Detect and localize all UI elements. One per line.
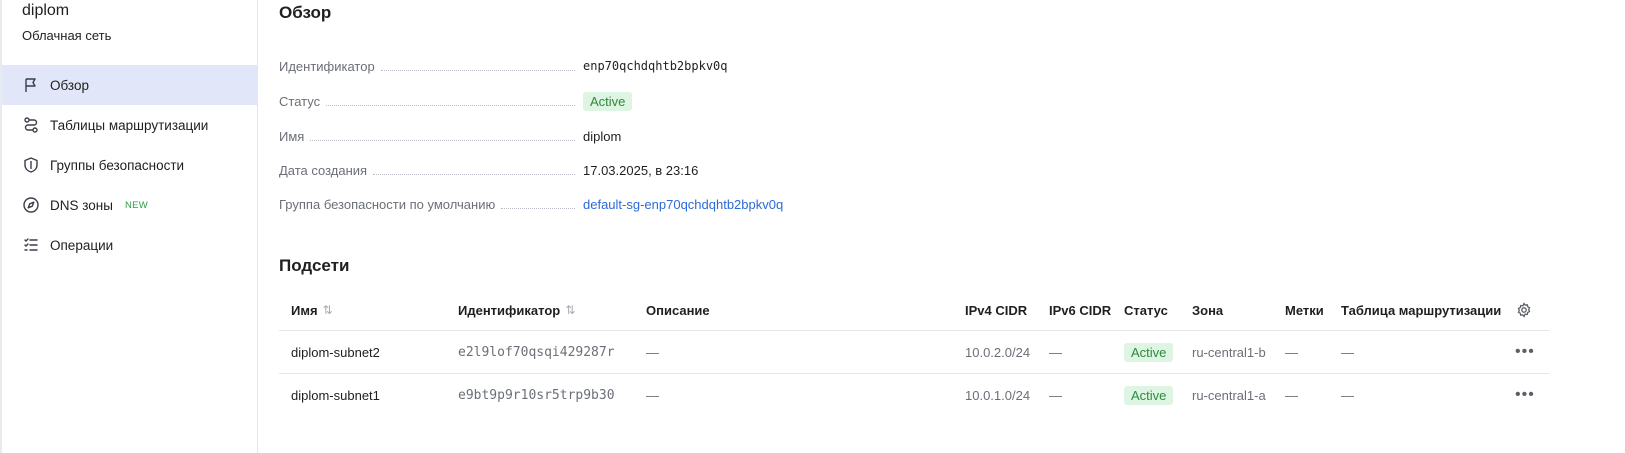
subnet-id: e9bt9p9r10sr5trp9b30	[458, 387, 615, 403]
prop-key-label: Идентификатор	[279, 58, 375, 74]
sidebar-item-label: Операции	[50, 237, 114, 253]
table-row[interactable]: diplom-subnet2 e2l9lof70qsqi429287r — 10…	[279, 331, 1549, 373]
gear-icon	[1516, 302, 1532, 318]
shield-icon	[22, 156, 40, 174]
subnet-name[interactable]: diplom-subnet2	[291, 331, 380, 373]
prop-key: Идентификатор	[279, 59, 583, 74]
col-zone-header: Зона	[1192, 302, 1224, 318]
prop-key: Статус	[279, 94, 583, 109]
col-labels-header: Метки	[1285, 302, 1324, 318]
network-id-value: enp70qchdqhtb2bpkv0q	[583, 59, 728, 73]
row-actions-button[interactable]: •••	[1515, 331, 1535, 373]
subnet-status: Active	[1124, 331, 1174, 373]
main-content: Обзор Идентификатор enp70qchdqhtb2bpkv0q…	[279, 0, 1579, 453]
subnet-ipv4: 10.0.2.0/24	[965, 344, 1031, 360]
table-settings-button[interactable]	[1516, 292, 1532, 328]
route-icon	[22, 116, 40, 134]
col-name-label: Имя	[291, 302, 318, 318]
prop-row-id: Идентификатор enp70qchdqhtb2bpkv0q	[279, 55, 1099, 77]
prop-row-name: Имя diplom	[279, 125, 1099, 147]
subnet-labels: —	[1285, 344, 1298, 360]
status-badge: Active	[1124, 342, 1174, 362]
col-status-header: Статус	[1124, 302, 1168, 318]
prop-key-label: Дата создания	[279, 162, 368, 178]
sidebar-item-label: Группы безопасности	[50, 157, 185, 173]
sidebar: diplom Облачная сеть Обзор Таблицы маршр…	[0, 0, 258, 453]
sidebar-item-overview[interactable]: Обзор	[2, 65, 258, 105]
prop-row-created: Дата создания 17.03.2025, в 23:16	[279, 159, 1099, 181]
network-subtitle: Облачная сеть	[22, 28, 112, 43]
sort-icon: ⇅	[322, 303, 333, 317]
subnet-ipv4: 10.0.1.0/24	[965, 387, 1031, 403]
sidebar-item-label: DNS зоны	[50, 197, 113, 213]
col-ipv4-header: IPv4 CIDR	[965, 302, 1028, 318]
name-value: diplom	[583, 128, 622, 144]
list-icon	[22, 236, 40, 254]
status-badge: Active	[1124, 385, 1174, 405]
created-date-value: 17.03.2025, в 23:16	[583, 162, 699, 178]
col-description-header: Описание	[646, 302, 710, 318]
new-badge: NEW	[124, 199, 149, 211]
sidebar-item-operations[interactable]: Операции	[2, 225, 258, 265]
status-value: Active	[583, 91, 633, 111]
sidebar-item-route-tables[interactable]: Таблицы маршрутизации	[2, 105, 258, 145]
prop-key-label: Статус	[279, 93, 321, 109]
sidebar-item-security-groups[interactable]: Группы безопасности	[2, 145, 258, 185]
more-icon: •••	[1515, 386, 1535, 403]
status-badge: Active	[583, 91, 633, 111]
col-id-label: Идентификатор	[458, 302, 561, 318]
row-actions-button[interactable]: •••	[1515, 374, 1535, 416]
subnet-labels: —	[1285, 387, 1298, 403]
leader-dots	[326, 104, 575, 106]
prop-key: Группа безопасности по умолчанию	[279, 197, 583, 212]
overview-title: Обзор	[279, 3, 332, 22]
network-title: diplom	[22, 2, 70, 19]
subnet-zone: ru-central1-a	[1192, 387, 1266, 403]
prop-row-status: Статус Active	[279, 90, 1099, 112]
subnet-ipv6: —	[1049, 344, 1062, 360]
subnet-id: e2l9lof70qsqi429287r	[458, 344, 615, 360]
subnet-zone: ru-central1-b	[1192, 344, 1266, 360]
prop-row-default-sg: Группа безопасности по умолчанию default…	[279, 193, 1099, 215]
default-sg-link[interactable]: default-sg-enp70qchdqhtb2bpkv0q	[583, 197, 783, 212]
subnet-ipv6: —	[1049, 387, 1062, 403]
subnet-description: —	[646, 344, 659, 360]
leader-dots	[380, 69, 575, 71]
subnets-title: Подсети	[279, 256, 350, 275]
sidebar-item-dns-zones[interactable]: DNS зоны NEW	[2, 185, 258, 225]
subnet-description: —	[646, 387, 659, 403]
compass-icon	[22, 196, 40, 214]
prop-key: Имя	[279, 129, 583, 144]
leader-dots	[310, 139, 575, 141]
prop-key-label: Группа безопасности по умолчанию	[279, 196, 496, 212]
subnet-status: Active	[1124, 374, 1174, 416]
sort-icon: ⇅	[565, 303, 576, 317]
prop-key: Дата создания	[279, 163, 583, 178]
col-ipv6-header: IPv6 CIDR	[1049, 302, 1112, 318]
col-name-header[interactable]: Имя ⇅	[291, 292, 333, 328]
prop-key-label: Имя	[279, 128, 305, 144]
more-icon: •••	[1515, 343, 1535, 360]
subnet-route-table: —	[1341, 387, 1354, 403]
leader-dots	[501, 207, 575, 209]
subnet-name[interactable]: diplom-subnet1	[291, 374, 380, 416]
subnet-route-table: —	[1341, 344, 1354, 360]
col-route-table-header: Таблица маршрутизации	[1341, 302, 1502, 318]
sidebar-item-label: Таблицы маршрутизации	[50, 117, 209, 133]
leader-dots	[373, 173, 575, 175]
table-row[interactable]: diplom-subnet1 e9bt9p9r10sr5trp9b30 — 10…	[279, 374, 1549, 416]
sidebar-item-label: Обзор	[50, 77, 89, 93]
col-id-header[interactable]: Идентификатор ⇅	[458, 292, 575, 328]
flag-icon	[22, 76, 40, 94]
